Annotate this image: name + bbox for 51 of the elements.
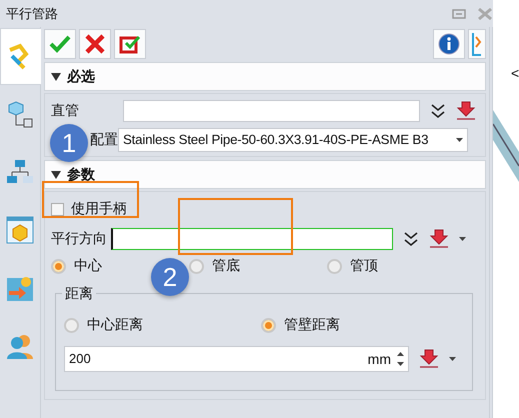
group-title: 距离 — [62, 285, 96, 303]
chevrons-icon[interactable] — [430, 102, 446, 118]
collapse-icon — [51, 170, 61, 180]
radio-button[interactable] — [51, 258, 66, 274]
ok-button[interactable] — [44, 29, 76, 59]
number-field[interactable]: 200 mm — [64, 346, 409, 372]
checkbox[interactable] — [51, 202, 64, 216]
section-header[interactable]: 参数 — [44, 160, 486, 189]
cube-window-icon — [5, 215, 35, 245]
field-label: 平行方向 — [51, 230, 108, 248]
radio-button[interactable] — [327, 258, 342, 274]
next-button[interactable] — [468, 29, 486, 59]
info-button[interactable] — [433, 29, 465, 59]
close-icon[interactable] — [477, 8, 493, 20]
dropdown[interactable]: Stainless Steel Pipe-50-60.3X3.91-40S-PE-ASME B3 — [118, 128, 468, 152]
checkbox-label: 使用手柄 — [71, 200, 127, 218]
spinner-icon[interactable] — [397, 352, 404, 366]
section-header[interactable]: 必选 — [44, 62, 486, 91]
download-icon[interactable] — [419, 348, 439, 368]
caret-icon[interactable] — [459, 236, 466, 240]
chevrons-icon[interactable] — [403, 230, 419, 246]
info-icon — [438, 33, 460, 55]
canvas-text: < — [511, 64, 519, 82]
section-title: 必选 — [67, 68, 95, 86]
caret-icon[interactable] — [449, 356, 456, 360]
step-badge: 1 — [50, 124, 88, 162]
chevron-icon — [471, 31, 483, 57]
unit-label: mm — [368, 350, 391, 366]
window-title: 平行管路 — [6, 4, 58, 22]
radio-label: 管壁距离 — [284, 316, 340, 334]
restore-icon[interactable] — [452, 8, 466, 18]
radio-label: 管顶 — [350, 257, 378, 275]
input-field[interactable] — [111, 228, 393, 250]
caret-icon — [456, 138, 463, 142]
step-badge: 2 — [151, 258, 189, 296]
input-field[interactable] — [123, 100, 420, 122]
field-label: 配置 — [90, 130, 118, 146]
download-icon[interactable] — [456, 100, 476, 120]
radio-label: 中心距离 — [87, 316, 143, 334]
cancel-icon — [83, 32, 107, 56]
section-title: 参数 — [67, 166, 95, 184]
radio-button[interactable] — [261, 318, 276, 332]
download-icon[interactable] — [429, 228, 449, 248]
field-label: 直管 — [51, 102, 80, 120]
cancel-button[interactable] — [79, 29, 111, 59]
radio-button[interactable] — [189, 258, 204, 274]
radio-label: 管底 — [212, 257, 240, 275]
radio-button[interactable] — [64, 318, 79, 332]
apply-button[interactable] — [114, 29, 146, 59]
collapse-icon — [51, 72, 61, 82]
radio-label: 中心 — [74, 257, 102, 275]
